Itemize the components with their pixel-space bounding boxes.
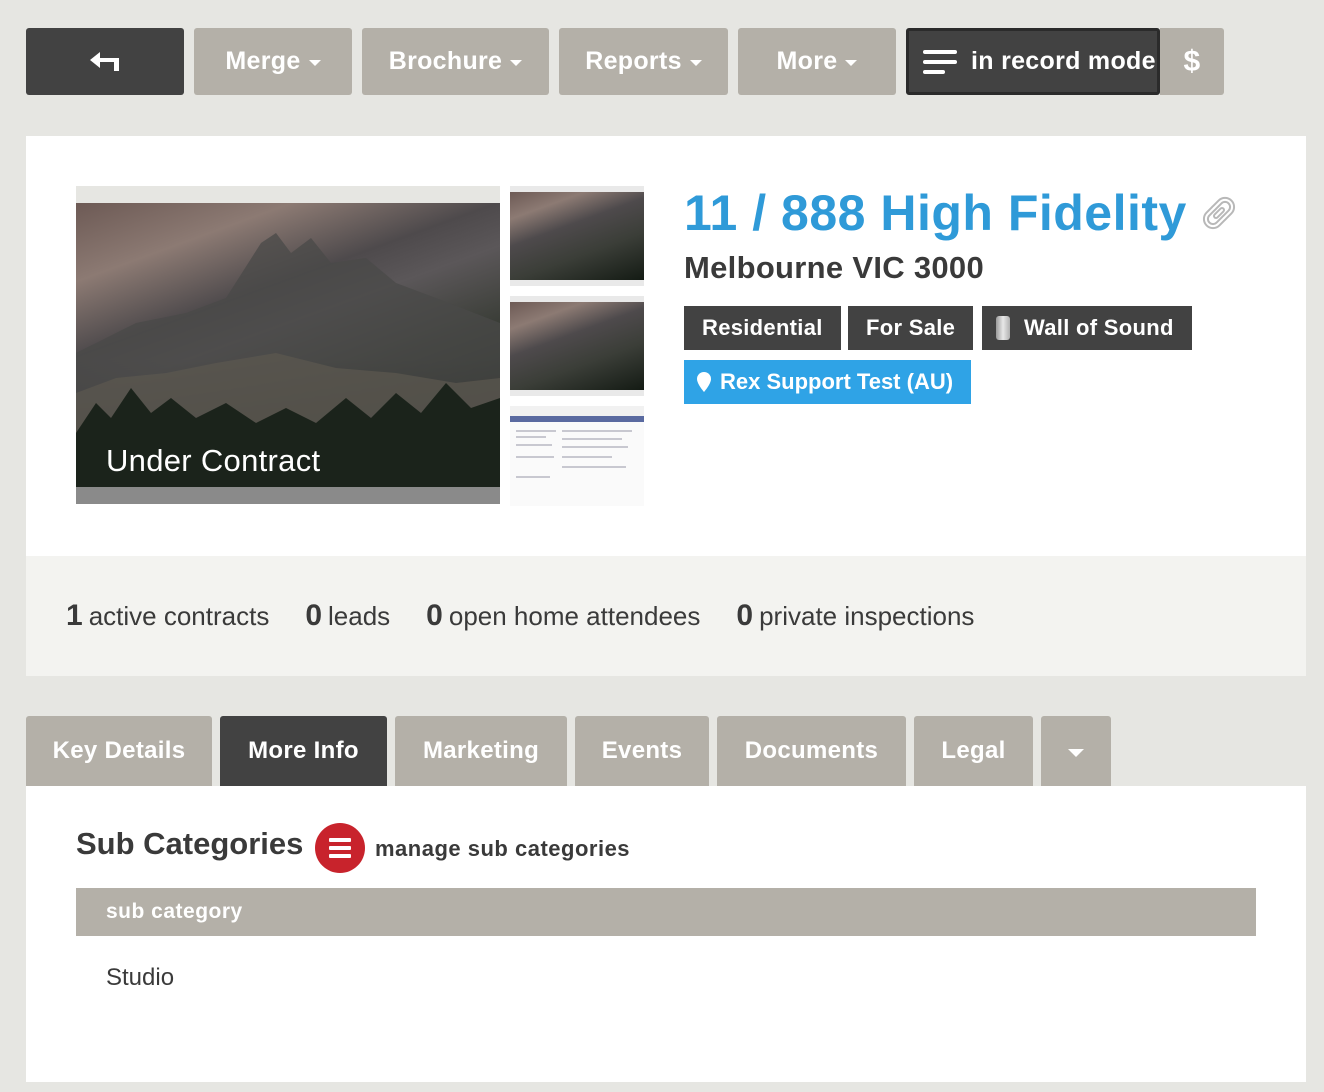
- tab-marketing[interactable]: Marketing: [395, 716, 567, 786]
- location-pin-icon: [697, 372, 711, 392]
- chevron-down-icon: [308, 60, 321, 66]
- thumbnail-image: [510, 302, 644, 390]
- thumbnail-2[interactable]: [510, 296, 644, 396]
- merge-label: Merge: [225, 47, 301, 75]
- reports-button[interactable]: Reports: [559, 28, 728, 95]
- tab-more-info[interactable]: More Info: [220, 716, 387, 786]
- back-arrow-icon: [90, 51, 119, 71]
- stat-label: active contracts: [88, 601, 270, 631]
- more-label: More: [776, 47, 838, 75]
- back-button[interactable]: [26, 28, 184, 95]
- stat-count: 0: [736, 599, 754, 632]
- property-title[interactable]: 11 / 888 High Fidelity: [684, 184, 1187, 242]
- agent-tag-label: Rex Support Test (AU): [720, 369, 954, 394]
- chevron-down-icon: [510, 60, 523, 66]
- main-photo[interactable]: Under Contract: [76, 186, 500, 504]
- more-info-panel: Sub Categories manage sub categories sub…: [26, 786, 1306, 1082]
- stat-count: 0: [426, 599, 443, 632]
- hamburger-icon: [923, 49, 957, 74]
- more-button[interactable]: More: [738, 28, 896, 95]
- manage-sub-categories-link[interactable]: manage sub categories: [375, 836, 630, 862]
- agent-tag[interactable]: Rex Support Test (AU): [684, 360, 972, 404]
- stat-leads[interactable]: 0 leads: [305, 599, 390, 633]
- tab-legal[interactable]: Legal: [914, 716, 1033, 786]
- property-card: Under Contract 11 / 888 High Fidelity Me…: [26, 136, 1306, 556]
- section-title: Sub Categories: [76, 826, 304, 861]
- thumbnail-1[interactable]: [510, 186, 644, 286]
- tab-events[interactable]: Events: [575, 716, 709, 786]
- chevron-down-icon: [845, 60, 858, 66]
- tab-overflow-dropdown[interactable]: [1041, 716, 1111, 786]
- record-mode-label: in record mode: [971, 47, 1156, 75]
- property-address: Melbourne VIC 3000: [684, 250, 984, 285]
- status-label: Under Contract: [106, 443, 321, 478]
- stat-open-home-attendees[interactable]: 0 open home attendees: [426, 599, 700, 633]
- stat-count: 1: [66, 599, 83, 632]
- merge-button[interactable]: Merge: [194, 28, 352, 95]
- column-header-sub-category: sub category: [106, 900, 243, 923]
- thumbnail-3[interactable]: [510, 406, 644, 506]
- chevron-down-icon: [1068, 749, 1084, 757]
- building-icon: [996, 316, 1010, 340]
- stat-label: open home attendees: [448, 601, 701, 631]
- link-icon[interactable]: [1196, 190, 1242, 236]
- stat-private-inspections[interactable]: 0 private inspections: [736, 599, 974, 633]
- record-mode-button[interactable]: in record mode: [906, 28, 1160, 95]
- stat-active-contracts[interactable]: 1 active contracts: [66, 599, 269, 633]
- thumbnail-image: [510, 192, 644, 280]
- chevron-down-icon: [689, 60, 702, 66]
- sale-type-tag: For Sale: [848, 306, 974, 350]
- project-tag-label: Wall of Sound: [1024, 315, 1174, 340]
- project-tag[interactable]: Wall of Sound: [982, 306, 1192, 350]
- dollar-button[interactable]: $: [1160, 28, 1224, 95]
- brochure-label: Brochure: [388, 47, 503, 75]
- dollar-label: $: [1183, 44, 1201, 78]
- stat-count: 0: [305, 599, 323, 632]
- reports-label: Reports: [585, 47, 682, 75]
- stat-label: leads: [328, 601, 391, 631]
- menu-list-icon[interactable]: [315, 823, 365, 873]
- category-tag: Residential: [684, 306, 841, 350]
- table-header: sub category: [76, 888, 1256, 936]
- tab-key-details[interactable]: Key Details: [26, 716, 212, 786]
- table-row: Studio: [106, 964, 175, 991]
- stat-label: private inspections: [759, 601, 975, 631]
- tab-documents[interactable]: Documents: [717, 716, 906, 786]
- stats-bar: 1 active contracts 0 leads 0 open home atte…: [26, 556, 1306, 676]
- photo-strip: [76, 487, 500, 504]
- screenshot-thumbnail: [510, 416, 644, 506]
- brochure-button[interactable]: Brochure: [362, 28, 549, 95]
